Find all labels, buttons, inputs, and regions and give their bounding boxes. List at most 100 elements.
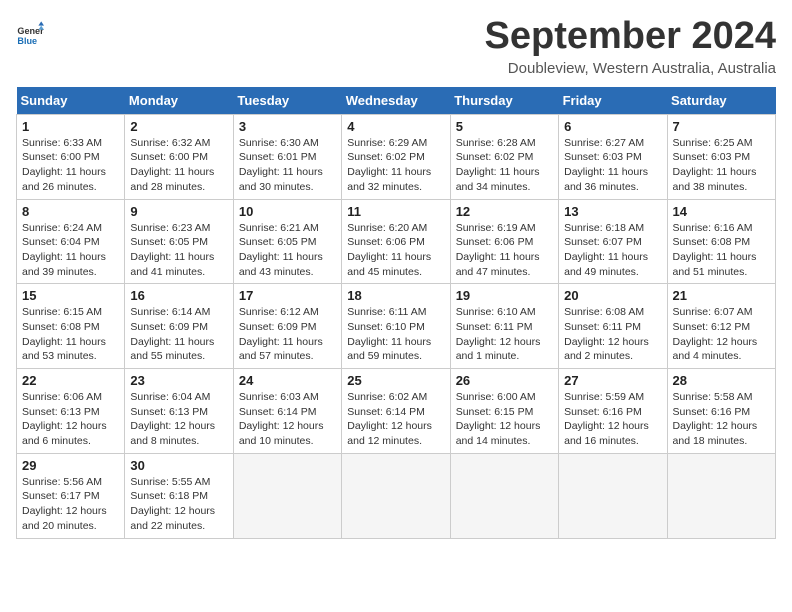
- day-number: 27: [564, 373, 661, 388]
- day-info: Sunrise: 6:33 AM Sunset: 6:00 PM Dayligh…: [22, 136, 119, 195]
- day-number: 30: [130, 458, 227, 473]
- day-number: 12: [456, 204, 553, 219]
- location: Doubleview, Western Australia, Australia: [485, 60, 777, 77]
- calendar-cell: 17 Sunrise: 6:12 AM Sunset: 6:09 PM Dayli…: [233, 284, 341, 369]
- calendar-cell: 2 Sunrise: 6:32 AM Sunset: 6:00 PM Daylig…: [125, 114, 233, 199]
- calendar-cell: 23 Sunrise: 6:04 AM Sunset: 6:13 PM Dayli…: [125, 369, 233, 454]
- calendar-cell: 13 Sunrise: 6:18 AM Sunset: 6:07 PM Dayli…: [559, 199, 667, 284]
- day-info: Sunrise: 6:11 AM Sunset: 6:10 PM Dayligh…: [347, 305, 444, 364]
- day-number: 24: [239, 373, 336, 388]
- day-number: 23: [130, 373, 227, 388]
- day-info: Sunrise: 6:10 AM Sunset: 6:11 PM Dayligh…: [456, 305, 553, 364]
- page-header: General Blue September 2024 Doubleview, …: [16, 16, 776, 77]
- day-info: Sunrise: 6:32 AM Sunset: 6:00 PM Dayligh…: [130, 136, 227, 195]
- col-header-saturday: Saturday: [667, 87, 775, 115]
- day-number: 8: [22, 204, 119, 219]
- day-info: Sunrise: 6:18 AM Sunset: 6:07 PM Dayligh…: [564, 221, 661, 280]
- title-block: September 2024 Doubleview, Western Austr…: [485, 16, 777, 77]
- calendar-cell: 29 Sunrise: 5:56 AM Sunset: 6:17 PM Dayli…: [17, 453, 125, 538]
- col-header-monday: Monday: [125, 87, 233, 115]
- day-number: 19: [456, 288, 553, 303]
- calendar-cell: 6 Sunrise: 6:27 AM Sunset: 6:03 PM Daylig…: [559, 114, 667, 199]
- col-header-friday: Friday: [559, 87, 667, 115]
- day-number: 9: [130, 204, 227, 219]
- calendar-cell: 30 Sunrise: 5:55 AM Sunset: 6:18 PM Dayli…: [125, 453, 233, 538]
- day-number: 1: [22, 119, 119, 134]
- calendar-cell: 20 Sunrise: 6:08 AM Sunset: 6:11 PM Dayli…: [559, 284, 667, 369]
- col-header-wednesday: Wednesday: [342, 87, 450, 115]
- calendar-cell: 19 Sunrise: 6:10 AM Sunset: 6:11 PM Dayli…: [450, 284, 558, 369]
- calendar-cell: 11Sunrise: 6:20 AM Sunset: 6:06 PM Dayli…: [342, 199, 450, 284]
- day-number: 25: [347, 373, 444, 388]
- month-title: September 2024: [485, 16, 777, 58]
- day-info: Sunrise: 6:04 AM Sunset: 6:13 PM Dayligh…: [130, 390, 227, 449]
- calendar-cell: 27 Sunrise: 5:59 AM Sunset: 6:16 PM Dayli…: [559, 369, 667, 454]
- day-info: Sunrise: 6:25 AM Sunset: 6:03 PM Dayligh…: [673, 136, 770, 195]
- day-info: Sunrise: 6:07 AM Sunset: 6:12 PM Dayligh…: [673, 305, 770, 364]
- calendar-table: SundayMondayTuesdayWednesdayThursdayFrid…: [16, 87, 776, 539]
- col-header-tuesday: Tuesday: [233, 87, 341, 115]
- day-info: Sunrise: 6:28 AM Sunset: 6:02 PM Dayligh…: [456, 136, 553, 195]
- calendar-cell: 21 Sunrise: 6:07 AM Sunset: 6:12 PM Dayli…: [667, 284, 775, 369]
- day-info: Sunrise: 6:08 AM Sunset: 6:11 PM Dayligh…: [564, 305, 661, 364]
- day-number: 2: [130, 119, 227, 134]
- day-info: Sunrise: 6:14 AM Sunset: 6:09 PM Dayligh…: [130, 305, 227, 364]
- day-info: Sunrise: 5:55 AM Sunset: 6:18 PM Dayligh…: [130, 475, 227, 534]
- calendar-cell: [233, 453, 341, 538]
- day-info: Sunrise: 6:20 AM Sunset: 6:06 PM Dayligh…: [347, 221, 444, 280]
- day-number: 5: [456, 119, 553, 134]
- day-number: 15: [22, 288, 119, 303]
- day-number: 16: [130, 288, 227, 303]
- calendar-cell: [667, 453, 775, 538]
- day-info: Sunrise: 6:27 AM Sunset: 6:03 PM Dayligh…: [564, 136, 661, 195]
- day-number: 6: [564, 119, 661, 134]
- day-number: 4: [347, 119, 444, 134]
- day-info: Sunrise: 5:59 AM Sunset: 6:16 PM Dayligh…: [564, 390, 661, 449]
- day-info: Sunrise: 6:06 AM Sunset: 6:13 PM Dayligh…: [22, 390, 119, 449]
- day-number: 10: [239, 204, 336, 219]
- day-number: 17: [239, 288, 336, 303]
- day-info: Sunrise: 6:21 AM Sunset: 6:05 PM Dayligh…: [239, 221, 336, 280]
- day-info: Sunrise: 6:15 AM Sunset: 6:08 PM Dayligh…: [22, 305, 119, 364]
- day-number: 14: [673, 204, 770, 219]
- day-number: 20: [564, 288, 661, 303]
- day-number: 29: [22, 458, 119, 473]
- calendar-cell: 14 Sunrise: 6:16 AM Sunset: 6:08 PM Dayli…: [667, 199, 775, 284]
- day-number: 22: [22, 373, 119, 388]
- calendar-cell: 15 Sunrise: 6:15 AM Sunset: 6:08 PM Dayli…: [17, 284, 125, 369]
- calendar-cell: 9 Sunrise: 6:23 AM Sunset: 6:05 PM Daylig…: [125, 199, 233, 284]
- calendar-cell: 28 Sunrise: 5:58 AM Sunset: 6:16 PM Dayli…: [667, 369, 775, 454]
- col-header-sunday: Sunday: [17, 87, 125, 115]
- day-number: 21: [673, 288, 770, 303]
- calendar-cell: 12 Sunrise: 6:19 AM Sunset: 6:06 PM Dayli…: [450, 199, 558, 284]
- calendar-cell: [342, 453, 450, 538]
- day-info: Sunrise: 6:16 AM Sunset: 6:08 PM Dayligh…: [673, 221, 770, 280]
- calendar-cell: 25 Sunrise: 6:02 AM Sunset: 6:14 PM Dayli…: [342, 369, 450, 454]
- calendar-cell: 22 Sunrise: 6:06 AM Sunset: 6:13 PM Dayli…: [17, 369, 125, 454]
- calendar-cell: 1 Sunrise: 6:33 AM Sunset: 6:00 PM Daylig…: [17, 114, 125, 199]
- day-info: Sunrise: 6:23 AM Sunset: 6:05 PM Dayligh…: [130, 221, 227, 280]
- calendar-cell: 5 Sunrise: 6:28 AM Sunset: 6:02 PM Daylig…: [450, 114, 558, 199]
- day-info: Sunrise: 5:56 AM Sunset: 6:17 PM Dayligh…: [22, 475, 119, 534]
- day-info: Sunrise: 6:30 AM Sunset: 6:01 PM Dayligh…: [239, 136, 336, 195]
- day-info: Sunrise: 6:19 AM Sunset: 6:06 PM Dayligh…: [456, 221, 553, 280]
- day-info: Sunrise: 5:58 AM Sunset: 6:16 PM Dayligh…: [673, 390, 770, 449]
- calendar-cell: 16 Sunrise: 6:14 AM Sunset: 6:09 PM Dayli…: [125, 284, 233, 369]
- day-info: Sunrise: 6:02 AM Sunset: 6:14 PM Dayligh…: [347, 390, 444, 449]
- calendar-cell: 8Sunrise: 6:24 AM Sunset: 6:04 PM Daylig…: [17, 199, 125, 284]
- day-info: Sunrise: 6:29 AM Sunset: 6:02 PM Dayligh…: [347, 136, 444, 195]
- day-number: 26: [456, 373, 553, 388]
- logo: General Blue: [16, 20, 44, 48]
- day-info: Sunrise: 6:00 AM Sunset: 6:15 PM Dayligh…: [456, 390, 553, 449]
- day-info: Sunrise: 6:12 AM Sunset: 6:09 PM Dayligh…: [239, 305, 336, 364]
- calendar-cell: 26 Sunrise: 6:00 AM Sunset: 6:15 PM Dayli…: [450, 369, 558, 454]
- calendar-cell: 10 Sunrise: 6:21 AM Sunset: 6:05 PM Dayli…: [233, 199, 341, 284]
- calendar-cell: [450, 453, 558, 538]
- day-number: 13: [564, 204, 661, 219]
- col-header-thursday: Thursday: [450, 87, 558, 115]
- calendar-cell: 24 Sunrise: 6:03 AM Sunset: 6:14 PM Dayli…: [233, 369, 341, 454]
- calendar-cell: 18Sunrise: 6:11 AM Sunset: 6:10 PM Dayli…: [342, 284, 450, 369]
- day-info: Sunrise: 6:03 AM Sunset: 6:14 PM Dayligh…: [239, 390, 336, 449]
- logo-icon: General Blue: [16, 20, 44, 48]
- day-number: 28: [673, 373, 770, 388]
